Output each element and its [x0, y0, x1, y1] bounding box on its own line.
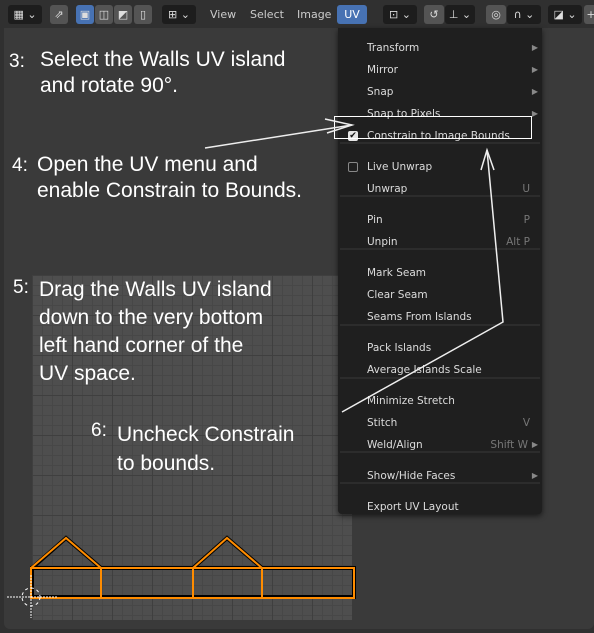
arrow-to-constrain	[204, 124, 353, 149]
annotation-arrows	[204, 118, 504, 413]
arrow-from-step6	[341, 149, 504, 413]
